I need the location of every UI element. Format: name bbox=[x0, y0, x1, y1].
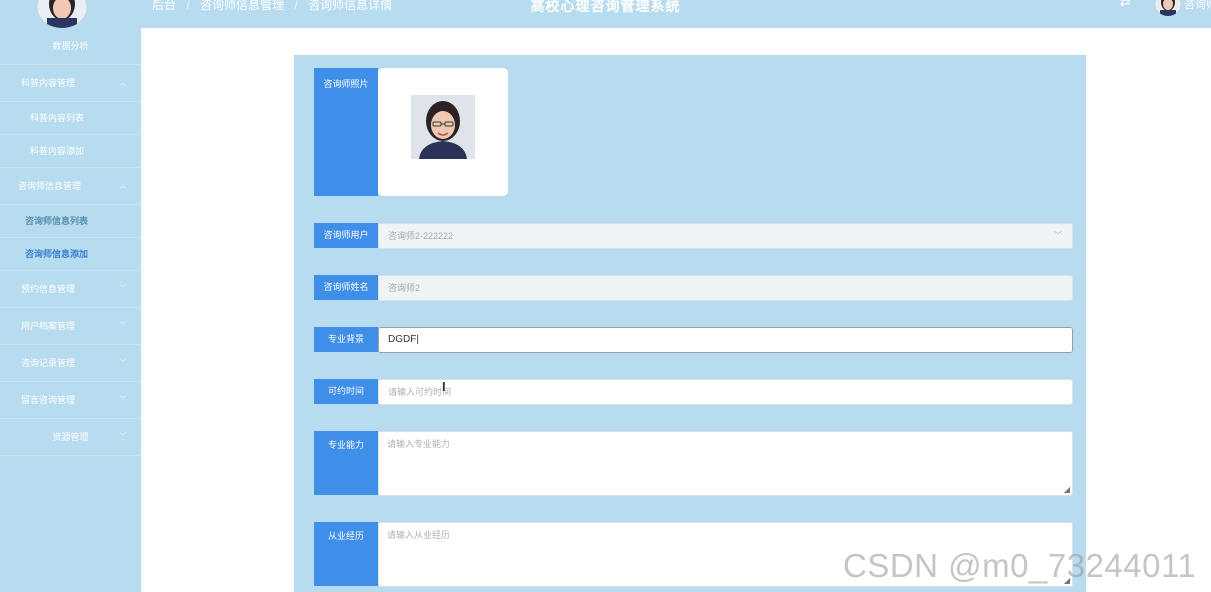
ability-label: 专业能力 bbox=[314, 431, 378, 495]
sidebar-item-science-add[interactable]: 科普内容添加 bbox=[0, 135, 141, 168]
breadcrumb-item-module[interactable]: 咨询师信息管理 bbox=[200, 0, 284, 12]
name-input[interactable]: 咨询师2 bbox=[378, 275, 1073, 301]
background-label: 专业背景 bbox=[314, 327, 378, 352]
chevron-down-icon: ﹀ bbox=[1054, 231, 1062, 240]
text-caret: | bbox=[416, 334, 419, 345]
user-select-value: 咨询师2-222222 bbox=[388, 231, 454, 241]
user-label: 咨询师用户 bbox=[314, 223, 378, 248]
breadcrumb-item-current: 咨询师信息详情 bbox=[308, 0, 393, 12]
sidebar-item-counselor-list[interactable]: 咨询师信息列表 bbox=[0, 205, 141, 238]
top-header: 后台 / 咨询师信息管理 / 咨询师信息详情 高校心理咨询管理系统 ⇄ 咨询师 bbox=[0, 0, 1211, 28]
chevron-up-icon: ︿ bbox=[119, 78, 127, 87]
chevron-down-icon: ﹀ bbox=[119, 284, 127, 293]
time-input[interactable]: 请输入可约时间 bbox=[378, 379, 1073, 405]
sidebar-item-consult-record[interactable]: 咨询记录管理 ﹀ bbox=[0, 345, 141, 382]
chevron-down-icon: ﹀ bbox=[119, 395, 127, 404]
sidebar-item-label: 咨询师信息列表 bbox=[25, 216, 89, 226]
chevron-down-icon: ﹀ bbox=[119, 321, 127, 330]
name-label: 咨询师姓名 bbox=[314, 275, 378, 300]
sidebar-item-data-analysis[interactable]: 数据分析 bbox=[0, 28, 141, 65]
sidebar-item-label: 咨询师信息添加 bbox=[25, 249, 89, 259]
text-cursor-icon: I bbox=[442, 379, 446, 394]
photo-label: 咨询师照片 bbox=[314, 68, 378, 196]
sidebar-item-label: 数据分析 bbox=[52, 41, 89, 51]
watermark: CSDN @m0_73244011 bbox=[843, 547, 1197, 584]
sidebar-item-counselor-add[interactable]: 咨询师信息添加 bbox=[0, 238, 141, 271]
sidebar-item-science-content[interactable]: 科普内容管理 ︿ bbox=[0, 65, 141, 102]
sidebar-item-label: 科普内容列表 bbox=[30, 113, 85, 123]
background-input[interactable]: DGDF| bbox=[378, 327, 1073, 353]
user-select[interactable]: 咨询师2-222222 ﹀ bbox=[378, 223, 1073, 249]
ability-textarea[interactable]: 请输入专业能力 ◢ bbox=[378, 431, 1073, 496]
background-input-value: DGDF bbox=[388, 334, 417, 345]
switch-icon[interactable]: ⇄ bbox=[1120, 0, 1131, 10]
user-name[interactable]: 咨询师 bbox=[1184, 0, 1211, 12]
avatar bbox=[37, 0, 87, 28]
sidebar-item-appointment[interactable]: 预约信息管理 ﹀ bbox=[0, 271, 141, 308]
user-avatar[interactable] bbox=[1155, 0, 1181, 16]
sidebar-item-user-archive[interactable]: 用户档案管理 ﹀ bbox=[0, 308, 141, 345]
ability-textarea-placeholder: 请输入专业能力 bbox=[387, 439, 451, 449]
name-input-value: 咨询师2 bbox=[388, 283, 421, 293]
chevron-up-icon: ︿ bbox=[119, 181, 127, 190]
chevron-down-icon: ﹀ bbox=[119, 432, 127, 441]
sidebar-item-counselor-info[interactable]: 咨询师信息管理 ︿ bbox=[0, 168, 141, 205]
sidebar-item-message-consult[interactable]: 留言咨询管理 ﹀ bbox=[0, 382, 141, 419]
sidebar: 数据分析 科普内容管理 ︿ 科普内容列表 科普内容添加 咨询师信息管理 ︿ 咨询… bbox=[0, 28, 141, 592]
sidebar-item-science-list[interactable]: 科普内容列表 bbox=[0, 102, 141, 135]
resize-grip-icon[interactable]: ◢ bbox=[1064, 485, 1070, 494]
experience-textarea-placeholder: 请输入从业经历 bbox=[387, 530, 451, 540]
counselor-photo bbox=[411, 95, 475, 159]
breadcrumb-item-home[interactable]: 后台 bbox=[152, 0, 176, 12]
breadcrumb-separator: / bbox=[186, 0, 190, 12]
form-panel: 咨询师照片 咨询师用户 咨询师2-222222 ﹀ 咨询师姓名 咨询师2 专业背… bbox=[294, 55, 1086, 592]
sidebar-item-resources[interactable]: 资源管理 ﹀ bbox=[0, 419, 141, 456]
photo-upload[interactable] bbox=[378, 68, 508, 196]
time-label: 可约时间 bbox=[314, 379, 378, 404]
sidebar-item-label: 科普内容添加 bbox=[30, 146, 85, 156]
breadcrumb-separator: / bbox=[294, 0, 298, 12]
chevron-down-icon: ﹀ bbox=[119, 358, 127, 367]
breadcrumb: 后台 / 咨询师信息管理 / 咨询师信息详情 bbox=[152, 0, 392, 13]
experience-label: 从业经历 bbox=[314, 522, 378, 586]
